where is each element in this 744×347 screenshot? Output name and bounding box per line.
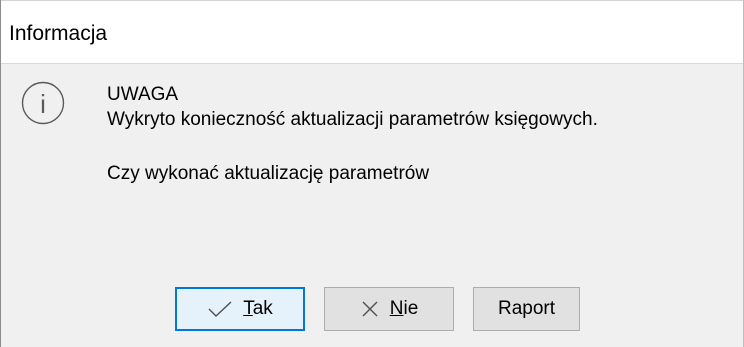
yes-button-label: Tak	[243, 298, 273, 319]
info-icon: i	[21, 81, 65, 125]
information-dialog: Informacja i UWAGA Wykryto konieczność a…	[0, 0, 744, 347]
check-icon	[208, 301, 232, 317]
report-button-label: Raport	[497, 298, 556, 319]
message-text: Wykryto konieczność aktualizacji paramet…	[107, 109, 598, 130]
no-button-label: Nie	[389, 298, 419, 319]
yes-button[interactable]: Tak	[175, 287, 305, 331]
window-title: Informacja	[9, 22, 108, 45]
title-bar[interactable]: Informacja	[1, 0, 743, 64]
message-heading: UWAGA	[107, 84, 179, 105]
report-button[interactable]: Raport	[473, 287, 580, 331]
info-icon-glyph: i	[40, 89, 46, 119]
no-button[interactable]: Nie	[324, 287, 454, 331]
cross-icon	[362, 301, 378, 317]
message-question: Czy wykonać aktualizację parametrów	[107, 163, 430, 184]
